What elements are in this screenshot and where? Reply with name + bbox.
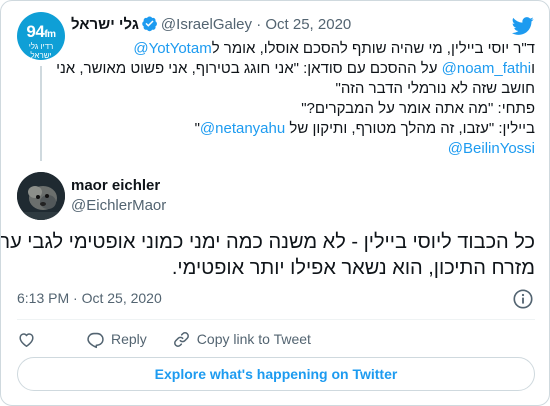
quoted-text-line: חושב שזה לא נורמלי הדבר הזה" <box>71 79 535 99</box>
quoted-text-segment: על ההסכם עם סודאן: "אני חוגג בטירוף, אני… <box>56 60 442 77</box>
quoted-text-segment: ביילין: "עזבו, זה מהלך מטורף, ותיקון של <box>285 120 535 137</box>
thread-connector <box>40 66 42 161</box>
divider <box>17 319 535 320</box>
tweet-text: כל הכבוד ליוסי ביילין - לא משנה כמה ימני… <box>0 229 535 281</box>
user-avatar <box>17 172 65 220</box>
quoted-tweet-text: ד"ר יוסי ביילין, מי שהיה שותף להסכם אוסל… <box>56 39 535 159</box>
quoted-avatar[interactable]: 94fm רדיו גלי ישראל <box>17 12 65 60</box>
copy-link-button[interactable]: Copy link to Tweet <box>172 327 311 351</box>
explore-button[interactable]: Explore what's happening on Twitter <box>17 357 535 391</box>
tweet-date: Oct 25, 2020 <box>81 290 162 306</box>
quoted-text-segment: ו <box>531 60 535 77</box>
tweet-card: 94fm רדיו גלי ישראל גלי ישראל @IsraelGale… <box>0 0 550 406</box>
tweet-timestamp[interactable]: 6:13 PM · Oct 25, 2020 <box>17 290 162 306</box>
quoted-text-segment: פתחי: "מה אתה אומר על המבקרים?" <box>301 100 535 117</box>
action-bar: Reply Copy link to Tweet <box>17 327 311 351</box>
quoted-text-line: פתחי: "מה אתה אומר על המבקרים?" <box>71 99 535 119</box>
author-handle[interactable]: @EichlerMaor <box>71 197 166 214</box>
separator-dot: · <box>73 290 78 306</box>
quoted-text-line: ו@noam_fathi על ההסכם עם סודאן: "אני חוג… <box>56 59 535 79</box>
tweet-text-line: מזרח התיכון, הוא נשאר אפילו יותר אופטימי… <box>171 257 535 279</box>
quoted-text-line: ד"ר יוסי ביילין, מי שהיה שותף להסכם אוסל… <box>71 39 535 59</box>
reply-label: Reply <box>111 331 147 347</box>
heart-icon <box>19 332 34 347</box>
link-icon <box>173 331 189 347</box>
author-display-name[interactable]: maor eichler <box>71 177 160 194</box>
quoted-tweet-header: גלי ישראל @IsraelGaley · Oct 25, 2020 <box>71 15 351 34</box>
mention-link[interactable]: @YotYotam <box>133 40 211 57</box>
author-avatar[interactable] <box>17 172 65 220</box>
tweet-time: 6:13 PM <box>17 290 70 306</box>
avatar-logo-number: 94fm <box>26 22 56 41</box>
copy-link-label: Copy link to Tweet <box>196 331 311 347</box>
quoted-display-name[interactable]: גלי ישראל <box>71 16 139 33</box>
avatar-logo-subtitle: רדיו גלי ישראל <box>28 42 54 60</box>
mention-link[interactable]: @netanyahu <box>200 120 285 137</box>
reply-bubble-icon <box>87 332 104 348</box>
like-button[interactable] <box>17 327 36 351</box>
tweet-text-line: כל הכבוד ליוסי ביילין - לא משנה כמה ימני… <box>0 231 535 253</box>
quoted-text-segment: ד"ר יוסי ביילין, מי שהיה שותף להסכם אוסל… <box>211 40 535 57</box>
quoted-handle[interactable]: @IsraelGaley <box>161 16 252 33</box>
quoted-text-segment: חושב שזה לא נורמלי הדבר הזה" <box>335 80 535 97</box>
mention-link[interactable]: @BeilinYossi <box>448 140 535 157</box>
mention-link[interactable]: @noam_fathi <box>442 60 531 77</box>
twitter-bird-icon[interactable] <box>511 15 535 37</box>
quoted-text-line: ביילין: "עזבו, זה מהלך מטורף, ותיקון של … <box>71 119 535 139</box>
reply-button[interactable]: Reply <box>86 327 147 351</box>
info-icon[interactable] <box>512 288 534 310</box>
separator-dot: · <box>256 16 262 33</box>
quoted-date[interactable]: Oct 25, 2020 <box>265 16 351 33</box>
quoted-text-line: @BeilinYossi <box>71 139 535 159</box>
verified-badge-icon <box>142 16 157 32</box>
